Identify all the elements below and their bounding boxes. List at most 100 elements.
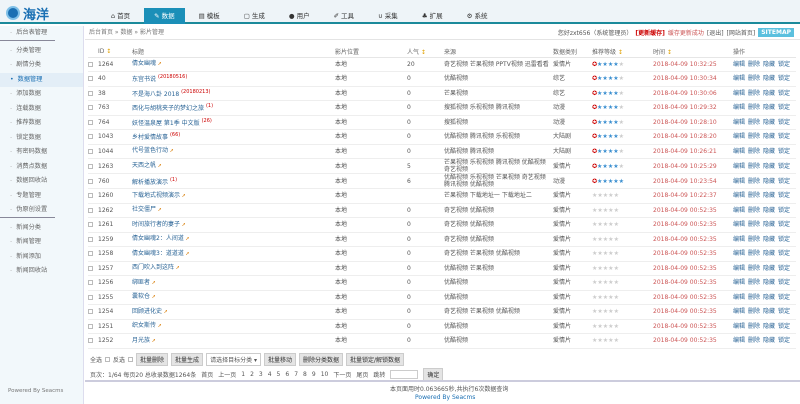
delete-link[interactable]: 删除 [748,148,760,155]
sidebar-item[interactable]: 新闻管理 [0,235,83,250]
sort-icon[interactable]: ↕ [104,48,111,55]
column-header[interactable]: 数据类别 [553,46,592,58]
row-checkbox[interactable] [88,178,93,184]
column-header[interactable]: 人气 ↕ [407,46,444,58]
edit-link[interactable]: 编辑 [733,148,745,155]
sort-icon[interactable]: ↕ [616,49,623,56]
page-link[interactable]: 7 [294,371,298,378]
hide-link[interactable]: 隐藏 [763,148,775,155]
lock-link[interactable]: 锁定 [778,148,790,155]
rating-stars[interactable]: ★★★★★ [592,261,653,276]
nav-tab-6[interactable]: ∪ 采集 [368,8,408,24]
star-icon[interactable]: ★ [619,133,624,140]
star-icon[interactable]: ★ [619,90,624,97]
lock-link[interactable]: 锁定 [778,207,790,214]
star-icon[interactable]: ★ [614,308,619,315]
delete-category-button[interactable]: 删除分类数据 [299,353,344,366]
delete-link[interactable]: 删除 [748,61,760,68]
sidebar-item[interactable]: 新闻添加 [0,250,83,265]
sidebar-item[interactable]: 专题管理 [0,189,83,204]
lock-link[interactable]: 锁定 [778,163,790,170]
nav-tab-8[interactable]: ⚙ 系统 [457,8,498,24]
rating-stars[interactable]: ★★★★★ [592,290,653,305]
edit-link[interactable]: 编辑 [733,61,745,68]
star-icon[interactable]: ★ [619,178,624,185]
lock-link[interactable]: 锁定 [778,236,790,243]
rating-stars[interactable]: ✪★★★★★ [592,115,653,130]
lock-link[interactable]: 锁定 [778,133,790,140]
star-icon[interactable]: ★ [614,207,619,214]
lock-link[interactable]: 锁定 [778,250,790,257]
page-link[interactable]: 8 [303,371,307,378]
lock-link[interactable]: 锁定 [778,75,790,82]
invert-checkbox[interactable] [128,357,134,362]
hide-link[interactable]: 隐藏 [763,337,775,344]
sidebar-item[interactable]: 消费点数据 [0,160,83,175]
star-icon[interactable]: ★ [614,279,619,286]
page-link[interactable]: 1 [241,371,245,378]
rating-stars[interactable]: ★★★★★ [592,275,653,291]
row-title-link[interactable]: 西化与胡桃夹子的梦幻之旅 [132,105,204,112]
page-link[interactable]: 2 [250,371,254,378]
row-title-link[interactable]: 倩女幽魂2：人间道 [132,235,184,242]
hide-link[interactable]: 隐藏 [763,61,775,68]
row-checkbox[interactable] [88,119,93,125]
row-checkbox[interactable] [88,294,93,300]
row-title-link[interactable]: 解析播放演示 [132,179,168,186]
prev-page-link[interactable]: 上一页 [218,370,236,379]
page-link[interactable]: 4 [268,371,272,378]
nav-tab-0[interactable]: ⌂ 首页 [101,8,140,24]
hide-link[interactable]: 隐藏 [763,221,775,228]
sidebar-item[interactable]: 数据回收站 [0,174,83,189]
row-title-link[interactable]: 织女斯传 [132,322,156,329]
hide-link[interactable]: 隐藏 [763,279,775,286]
row-title-link[interactable]: 代号蓝色行动 [132,147,168,154]
delete-link[interactable]: 删除 [748,308,760,315]
sitemap-button[interactable]: SITEMAP [758,28,794,37]
delete-link[interactable]: 删除 [748,250,760,257]
page-link[interactable]: 6 [285,371,289,378]
hide-link[interactable]: 隐藏 [763,178,775,185]
rating-stars[interactable]: ★★★★★ [592,232,653,247]
edit-link[interactable]: 编辑 [733,119,745,126]
row-checkbox[interactable] [88,207,93,213]
row-title-link[interactable]: 社交僵尸 [132,206,156,213]
edit-link[interactable]: 编辑 [733,221,745,228]
sort-icon[interactable]: ↕ [665,49,672,56]
row-title-link[interactable]: 东宫书说 [132,76,156,83]
edit-link[interactable]: 编辑 [733,133,745,140]
edit-link[interactable]: 编辑 [733,308,745,315]
batch-delete-button[interactable]: 批量删除 [136,353,169,366]
row-title-link[interactable]: 天西之帆 [132,162,156,169]
page-link[interactable]: 3 [259,371,263,378]
star-icon[interactable]: ★ [619,148,624,155]
star-icon[interactable]: ★ [614,221,619,228]
row-title-link[interactable]: 下载地式视频演示 [132,192,180,199]
rating-stars[interactable]: ★★★★★ [592,188,653,204]
star-icon[interactable]: ★ [619,119,624,126]
edit-link[interactable]: 编辑 [733,265,745,272]
hide-link[interactable]: 隐藏 [763,133,775,140]
column-header[interactable]: 标题 [132,46,335,58]
delete-link[interactable]: 删除 [748,75,760,82]
row-checkbox[interactable] [88,323,93,329]
sidebar-item[interactable]: 添加数据 [0,87,83,102]
hide-link[interactable]: 隐藏 [763,104,775,111]
lock-link[interactable]: 锁定 [778,61,790,68]
nav-tab-5[interactable]: ✐ 工具 [324,8,364,24]
rating-stars[interactable]: ✪★★★★★ [592,57,653,72]
edit-link[interactable]: 编辑 [733,250,745,257]
delete-link[interactable]: 删除 [748,279,760,286]
column-header[interactable]: 影片位置 [335,46,407,58]
sidebar-item[interactable]: 有密码数据 [0,145,83,160]
site-home-link[interactable]: [网站首页] [727,28,756,37]
row-title-link[interactable]: 囊软仓 [132,293,150,300]
edit-link[interactable]: 编辑 [733,90,745,97]
delete-link[interactable]: 删除 [748,207,760,214]
rating-stars[interactable]: ★★★★★ [592,217,653,233]
star-icon[interactable]: ★ [614,323,619,330]
lock-link[interactable]: 锁定 [778,337,790,344]
row-checkbox[interactable] [88,222,93,228]
row-title-link[interactable]: 月光族 [132,337,150,344]
sidebar-item[interactable]: 数据管理 [0,72,83,87]
